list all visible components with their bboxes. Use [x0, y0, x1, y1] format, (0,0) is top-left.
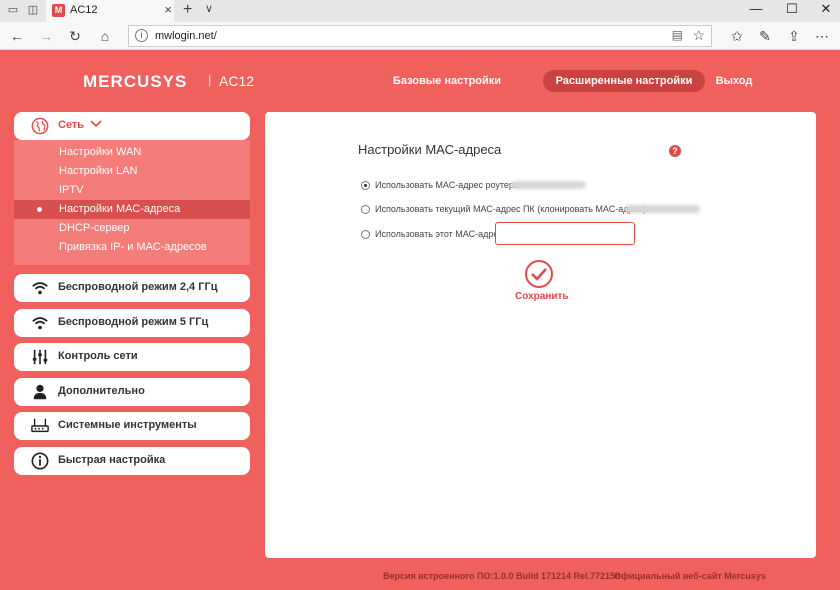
sidebar-network-label: Сеть — [58, 119, 85, 131]
custom-mac-input[interactable] — [495, 222, 635, 245]
favicon-icon: M — [52, 4, 65, 17]
nav-advanced-settings[interactable]: Расширенные настройки — [543, 70, 705, 92]
forward-icon[interactable]: → — [37, 27, 55, 45]
close-window-icon[interactable]: ✕ — [812, 1, 840, 17]
share-icon[interactable]: ⇪ — [785, 27, 803, 45]
back-icon[interactable]: ← — [8, 27, 26, 45]
sidebar-wireless-5-label: Беспроводной режим 5 ГГц — [58, 316, 209, 328]
favorite-star-icon[interactable]: ☆ — [692, 27, 705, 44]
sidebar-wireless-5[interactable]: Беспроводной режим 5 ГГц — [14, 309, 250, 337]
option-router-mac-label: Использовать МАС-адрес роутера: — [375, 180, 522, 190]
network-submenu: Настройки WAN Настройки LAN IPTV Настрой… — [14, 140, 250, 265]
sidebar-system-tools-label: Системные инструменты — [58, 419, 197, 431]
pc-mac-value-blurred — [625, 205, 700, 213]
sidebar-item-lan[interactable]: Настройки LAN — [14, 162, 250, 181]
router-mac-value-blurred — [511, 181, 586, 189]
radio-custom-mac[interactable] — [361, 230, 370, 239]
checkmark-icon — [531, 268, 547, 281]
sidebar-system-tools[interactable]: Системные инструменты — [14, 412, 250, 440]
minimize-icon[interactable]: — — [742, 1, 770, 16]
wifi-icon — [32, 317, 48, 330]
sidebar-item-ip-mac-binding[interactable]: Привязка IP- и МАС-адресов — [14, 238, 250, 257]
sidebar-network[interactable]: Сеть — [14, 112, 250, 140]
sidebar-advanced-label: Дополнительно — [58, 385, 145, 397]
more-icon[interactable]: ⋯ — [813, 27, 831, 45]
option-custom-mac-label: Использовать этот МАС-адрес: — [375, 229, 506, 239]
router-icon — [31, 418, 49, 433]
active-dot-icon — [37, 207, 42, 212]
sidebar-wireless-24[interactable]: Беспроводной режим 2,4 ГГц — [14, 274, 250, 302]
address-bar[interactable]: i mwlogin.net/ ▤ ☆ — [128, 25, 712, 47]
model-name: AC12 — [219, 73, 255, 89]
tab-title: AC12 — [70, 4, 98, 16]
favorites-icon[interactable]: ✩ — [728, 27, 746, 45]
official-site-link[interactable]: Официальный веб-сайт Mercusys — [614, 571, 766, 581]
site-info-icon[interactable]: i — [135, 29, 148, 42]
sidebar-quick-setup[interactable]: Быстрая настройка — [14, 447, 250, 475]
set-aside-tabs-icon[interactable]: ◫ — [26, 3, 40, 17]
sidebar-wireless-24-label: Беспроводной режим 2,4 ГГц — [58, 281, 218, 293]
close-tab-icon[interactable]: × — [164, 2, 172, 17]
logo-divider: | — [208, 72, 212, 87]
nav-logout[interactable]: Выход — [712, 70, 756, 92]
nav-basic-settings[interactable]: Базовые настройки — [388, 70, 506, 92]
sliders-icon — [32, 349, 48, 365]
sidebar-item-mac[interactable]: Настройки МАС-адреса — [14, 200, 250, 219]
chevron-down-icon — [90, 120, 102, 128]
browser-navbar: ← → ↻ ⌂ i mwlogin.net/ ▤ ☆ ✩ ✎ ⇪ ⋯ — [0, 22, 840, 50]
mac-settings-panel: Настройки МАС-адреса ? Использовать МАС-… — [265, 112, 816, 558]
option-pc-mac-label: Использовать текущий МАС-адрес ПК (клони… — [375, 204, 649, 214]
save-button[interactable] — [525, 260, 553, 288]
url-text[interactable]: mwlogin.net/ — [155, 30, 217, 42]
help-icon[interactable]: ? — [669, 145, 681, 157]
refresh-icon[interactable]: ↻ — [66, 27, 84, 45]
sidebar-item-wan[interactable]: Настройки WAN — [14, 143, 250, 162]
radio-pc-mac[interactable] — [361, 205, 370, 214]
globe-icon — [31, 117, 49, 135]
browser-tab[interactable]: M AC12 × — [46, 0, 174, 22]
sidebar-network-control-label: Контроль сети — [58, 350, 138, 362]
pen-icon[interactable]: ✎ — [756, 27, 774, 45]
sidebar-advanced[interactable]: Дополнительно — [14, 378, 250, 406]
reading-view-icon[interactable]: ▤ — [672, 28, 683, 42]
save-label[interactable]: Сохранить — [515, 291, 569, 302]
user-icon — [33, 384, 47, 400]
browser-tabbar: ▭ ◫ M AC12 × + ∨ — ☐ ✕ — [0, 0, 840, 22]
sidebar-network-control[interactable]: Контроль сети — [14, 343, 250, 371]
radio-router-mac[interactable] — [361, 181, 370, 190]
home-icon[interactable]: ⌂ — [96, 27, 114, 45]
firmware-version: Версия встроенного ПО:1.0.0 Build 171214… — [383, 571, 621, 581]
wifi-icon — [32, 282, 48, 295]
sidebar-quick-setup-label: Быстрая настройка — [58, 454, 166, 466]
tab-preview-icon[interactable]: ▭ — [6, 3, 20, 17]
brand-logo: MERCUSYS — [83, 72, 188, 91]
sidebar-item-iptv[interactable]: IPTV — [14, 181, 250, 200]
maximize-icon[interactable]: ☐ — [778, 1, 806, 17]
new-tab-icon[interactable]: + — [183, 1, 192, 19]
page-title: Настройки МАС-адреса — [358, 142, 502, 157]
chevron-down-icon[interactable]: ∨ — [205, 2, 213, 15]
sidebar-item-dhcp[interactable]: DHCP-сервер — [14, 219, 250, 238]
info-icon — [31, 452, 49, 470]
